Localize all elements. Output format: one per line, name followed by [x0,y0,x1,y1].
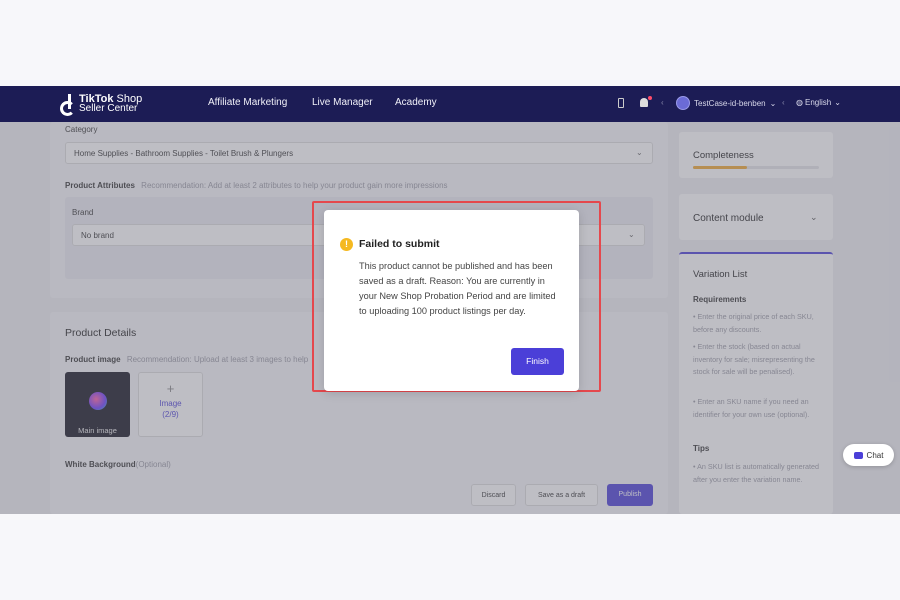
bell-icon[interactable] [640,98,648,107]
tiktok-logo-icon [58,93,76,116]
language-menu[interactable]: ◍ English ⌄ [796,98,841,107]
notification-dot [648,96,652,100]
separator-icon: ‹ [782,98,785,107]
logo[interactable]: TikTok Shop Seller Center [58,93,142,116]
account-name: TestCase-id-benben [694,98,766,108]
warning-icon: ! [340,238,353,251]
failed-submit-dialog: ! Failed to submit This product cannot b… [324,210,579,391]
globe-icon: ◍ [796,98,803,107]
dialog-message: This product cannot be published and has… [359,261,556,316]
dialog-title: Failed to submit [359,238,440,250]
chat-label: Chat [866,450,884,460]
phone-icon[interactable] [618,98,624,108]
chat-button[interactable]: Chat [843,444,894,466]
language-label: English [804,98,832,107]
finish-button[interactable]: Finish [511,348,564,375]
nav-affiliate-marketing[interactable]: Affiliate Marketing [208,97,287,108]
separator-icon: ‹ [661,98,664,107]
chat-icon [853,451,863,459]
nav-live-manager[interactable]: Live Manager [312,97,373,108]
chevron-down-icon: ⌄ [769,98,777,108]
nav-academy[interactable]: Academy [395,97,437,108]
screenshot-area: TikTok Shop Seller Center Affiliate Mark… [0,86,900,514]
chevron-down-icon: ⌄ [834,98,841,107]
account-menu[interactable]: TestCase-id-benben ⌄ [676,96,776,110]
top-nav: TikTok Shop Seller Center Affiliate Mark… [0,86,900,122]
avatar [676,96,690,110]
brand-subtitle: Seller Center [79,103,138,114]
